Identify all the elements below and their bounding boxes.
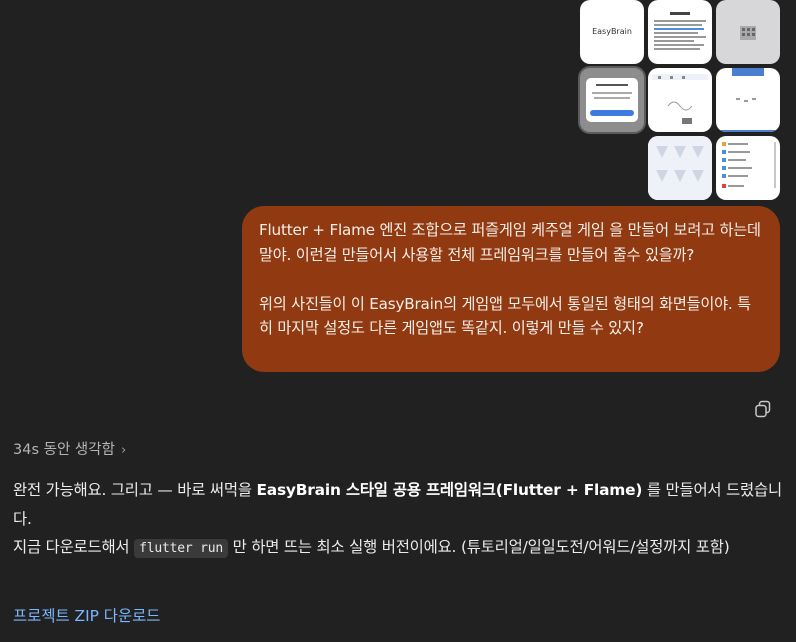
attachment-thumbnail-dialog[interactable] xyxy=(578,66,646,134)
user-message-paragraph: Flutter + Flame 엔진 조합으로 퍼즐게임 케주얼 게임 을 만들… xyxy=(259,221,766,264)
user-message-paragraph: 위의 사진들이 이 EasyBrain의 게임앱 모두에서 통일된 형태의 화면… xyxy=(259,294,751,338)
thought-duration-label: 34s 동안 생각함 xyxy=(13,442,115,458)
attachment-thumbnail-board[interactable] xyxy=(716,0,780,64)
awards-preview xyxy=(648,136,712,200)
user-message-bubble: Flutter + Flame 엔진 조합으로 퍼즐게임 케주얼 게임 을 만들… xyxy=(242,206,780,372)
board-preview xyxy=(740,26,756,40)
game-preview xyxy=(652,74,708,124)
attachment-thumbnail-rules[interactable] xyxy=(648,0,712,64)
attachment-thumbnail-level[interactable] xyxy=(716,68,780,132)
level-preview xyxy=(716,68,780,132)
answer-text: 완전 가능해요. 그리고 — 바로 써먹을 xyxy=(13,481,257,499)
answer-bold-text: EasyBrain 스타일 공용 프레임워크(Flutter + Flame) xyxy=(256,481,643,499)
chat-page: EasyBrain Flutter + Flame 엔진 조합으로 퍼즐게임 케… xyxy=(0,0,796,642)
inline-code: flutter run xyxy=(134,539,228,558)
answer-text: 지금 다운로드해서 xyxy=(13,538,135,556)
dialog-preview xyxy=(580,68,644,132)
attachment-thumbnail-settings[interactable] xyxy=(716,136,780,200)
assistant-paragraph: 완전 가능해요. 그리고 — 바로 써먹을 EasyBrain 스타일 공용 프… xyxy=(13,476,783,533)
attachment-grid: EasyBrain xyxy=(578,0,784,204)
settings-preview xyxy=(722,142,776,188)
attachment-thumbnail-game[interactable] xyxy=(648,68,712,132)
attachment-thumbnail-awards[interactable] xyxy=(648,136,712,200)
chevron-right-icon: › xyxy=(120,443,127,458)
attachment-thumbnail-splash[interactable]: EasyBrain xyxy=(580,0,644,64)
rules-screen-preview xyxy=(654,12,706,50)
download-zip-link[interactable]: 프로젝트 ZIP 다운로드 xyxy=(13,604,160,626)
copy-icon xyxy=(755,400,771,418)
assistant-paragraph: 지금 다운로드해서 flutter run 만 하면 뜨는 최소 실행 버전이에… xyxy=(13,533,783,564)
thought-summary-toggle[interactable]: 34s 동안 생각함 › xyxy=(13,438,126,459)
answer-text: 만 하면 뜨는 최소 실행 버전이에요. (튜토리얼/일일도전/어워드/설정까지… xyxy=(227,538,730,556)
assistant-message: 완전 가능해요. 그리고 — 바로 써먹을 EasyBrain 스타일 공용 프… xyxy=(13,476,783,564)
copy-message-button[interactable] xyxy=(753,399,773,419)
easybrain-logo: EasyBrain xyxy=(592,27,632,36)
